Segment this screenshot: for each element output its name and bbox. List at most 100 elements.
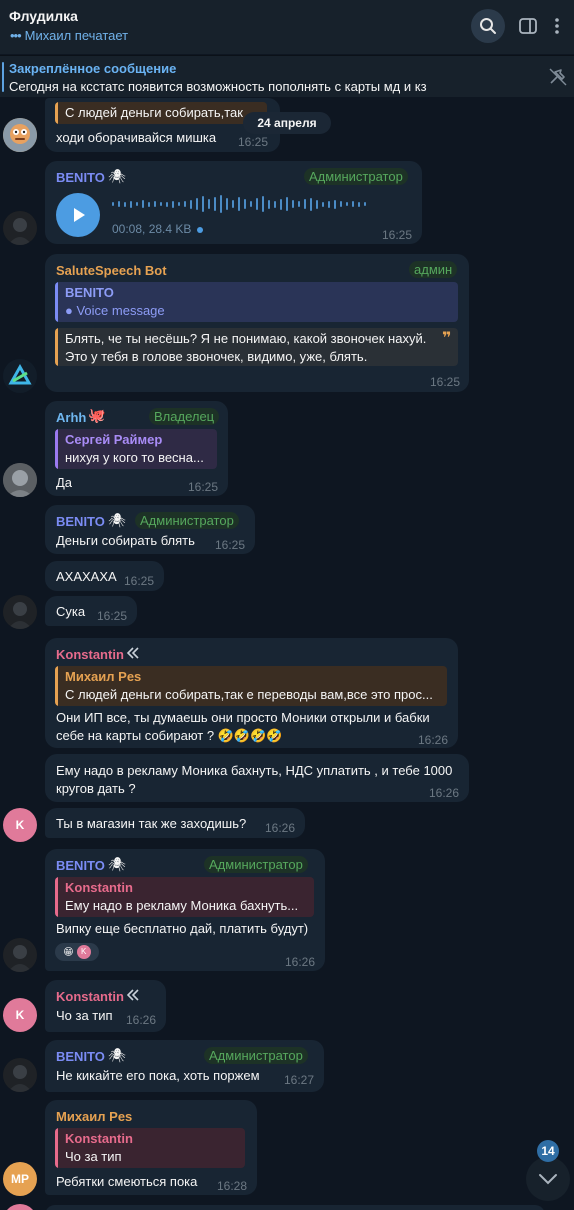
reaction-chip[interactable]: 😁 K [55, 943, 99, 961]
avatar[interactable] [3, 118, 37, 152]
avatar-image [3, 595, 37, 629]
avatar[interactable] [3, 1058, 37, 1092]
voice-message-bubble[interactable]: BENITO 🕷 Администратор 00:08, 28.4 KB 16… [45, 161, 422, 244]
waveform-bar [118, 201, 120, 207]
avatar[interactable] [3, 359, 37, 393]
sender-name[interactable]: BENITO [56, 170, 105, 185]
role-badge: Владелец [149, 408, 220, 425]
avatar-image [3, 1058, 37, 1092]
sender-name[interactable]: Arhh [56, 410, 86, 425]
message-bubble[interactable]: АХАХАХА 16:25 [45, 561, 164, 591]
avatar[interactable] [3, 211, 37, 245]
more-icon [555, 18, 559, 34]
message-bubble[interactable]: BENITO 🕷 Администратор Деньги собирать б… [45, 505, 255, 554]
sender-name[interactable]: Михаил Pes [56, 1109, 132, 1124]
reply-quote[interactable]: Konstantin Чо за тип [55, 1128, 245, 1168]
quote-text: Чо за тип [65, 1149, 122, 1164]
waveform-bar [136, 202, 138, 206]
play-button[interactable] [56, 193, 100, 237]
waveform-bar [142, 200, 144, 208]
voice-dot-icon: ● [65, 303, 77, 318]
waveform-bar [310, 197, 312, 211]
reply-quote[interactable]: Сергей Раймер нихуя у кого то весна... [55, 429, 217, 469]
quote-name: Михаил Pes [65, 669, 142, 684]
message-text-line-1: Ему надо в рекламу Моника бахнуть, НДС у… [56, 763, 453, 778]
message-feed[interactable]: С людей деньги собирать,так ходи оборачи… [0, 98, 574, 1210]
message-bubble[interactable]: SaluteSpeech Bot админ BENITO ● Voice me… [45, 254, 469, 392]
more-button[interactable] [540, 9, 574, 43]
double-chevron-icon [126, 989, 139, 1001]
message-time: 16:25 [188, 480, 219, 494]
avatar[interactable]: K [3, 808, 37, 842]
message-bubble[interactable]: Arhh 🐙 Владелец Сергей Раймер нихуя у ко… [45, 401, 228, 496]
typing-indicator: ••• Михаил печатает [10, 28, 128, 43]
reply-quote[interactable]: Konstantin Ему надо в рекламу Моника бах… [55, 877, 314, 917]
message-bubble[interactable]: BENITO 🕷 Администратор Konstantin Ему на… [45, 849, 325, 971]
waveform-bar [364, 202, 366, 206]
message-bubble[interactable]: Konstantin Михаил Pes С людей деньги соб… [45, 638, 458, 748]
quote-mark-icon: ❞ [442, 330, 452, 347]
waveform-bar [166, 201, 168, 207]
waveform-bar [322, 201, 324, 207]
waveform-bar [256, 198, 258, 210]
scroll-to-bottom-button[interactable] [526, 1157, 570, 1201]
waveform-bar [274, 200, 276, 208]
quote-name: BENITO [65, 285, 114, 300]
search-button[interactable] [471, 9, 505, 43]
pinned-message-bar[interactable]: Закреплённое сообщение Сегодня на ксстат… [0, 55, 574, 97]
unread-count-badge[interactable]: 14 [537, 1140, 559, 1162]
sender-emoji-icon: 🕷 [108, 856, 126, 872]
double-chevron-icon [126, 647, 139, 659]
message-bubble[interactable]: Ты в магазин так же заходишь? 16:26 [45, 808, 305, 838]
message-time: 16:26 [285, 955, 316, 969]
message-bubble[interactable]: Konstantin Чо за тип 16:26 [45, 980, 166, 1032]
reply-quote[interactable]: BENITO ● Voice message [55, 282, 458, 322]
message-bubble[interactable]: Михаил Pes Konstantin Чо за тип Ребятки … [45, 1100, 257, 1195]
message-bubble[interactable]: Сука 16:25 [45, 596, 137, 626]
sender-name[interactable]: BENITO [56, 1049, 105, 1064]
role-badge: Администратор [135, 512, 239, 529]
sender-name[interactable]: Konstantin [56, 647, 124, 662]
message-bubble[interactable]: BENITO 🕷 Администратор Не кикайте его по… [45, 1040, 324, 1092]
sender-emoji-icon: 🕷 [108, 168, 126, 184]
message-text-line-2: кругов дать ? [56, 781, 136, 796]
waveform-bar [250, 201, 252, 207]
play-icon [74, 208, 85, 222]
waveform-bar [148, 201, 150, 207]
role-badge: админ [409, 261, 458, 278]
sender-name[interactable]: Konstantin [56, 989, 124, 1004]
sender-name[interactable]: BENITO [56, 858, 105, 873]
quote-bar [55, 102, 58, 124]
waveform-bar [298, 201, 300, 207]
waveform-bar [178, 202, 180, 206]
transcription-line-2: Это у тебя в голове звоночек, видимо, уж… [65, 349, 368, 364]
message-time: 16:26 [418, 733, 449, 747]
role-badge: Администратор [204, 1047, 308, 1064]
message-text: Ты в магазин так же заходишь? [56, 816, 247, 831]
avatar-image [3, 118, 37, 152]
avatar[interactable]: K [3, 998, 37, 1032]
sender-name[interactable]: BENITO [56, 514, 105, 529]
chat-title[interactable]: Флудилка [9, 8, 78, 24]
message-bubble[interactable]: Ему надо в рекламу Моника бахнуть, НДС у… [45, 754, 469, 802]
pinned-title: Закреплённое сообщение [9, 61, 177, 76]
quote-text: С людей деньги собирать,так е переводы в… [65, 687, 433, 702]
role-badge: Администратор [204, 856, 308, 873]
message-bubble-partial[interactable] [45, 1205, 545, 1210]
message-time: 16:26 [126, 1013, 157, 1027]
waveform-bar [154, 201, 156, 207]
unpin-icon[interactable] [548, 68, 568, 86]
avatar[interactable] [3, 938, 37, 972]
avatar[interactable]: MP [3, 1162, 37, 1196]
reply-quote[interactable]: Михаил Pes С людей деньги собирать,так е… [55, 666, 447, 706]
reply-quote[interactable]: С людей деньги собирать,так [55, 102, 267, 124]
waveform-bar [280, 198, 282, 210]
quote-bar [55, 666, 58, 706]
sender-name[interactable]: SaluteSpeech Bot [56, 263, 167, 278]
voice-waveform[interactable] [112, 194, 369, 214]
reaction-avatar: K [76, 945, 91, 959]
avatar[interactable] [3, 1204, 37, 1210]
message-text: Деньги собирать блять [56, 533, 195, 548]
avatar[interactable] [3, 595, 37, 629]
avatar[interactable] [3, 463, 37, 497]
